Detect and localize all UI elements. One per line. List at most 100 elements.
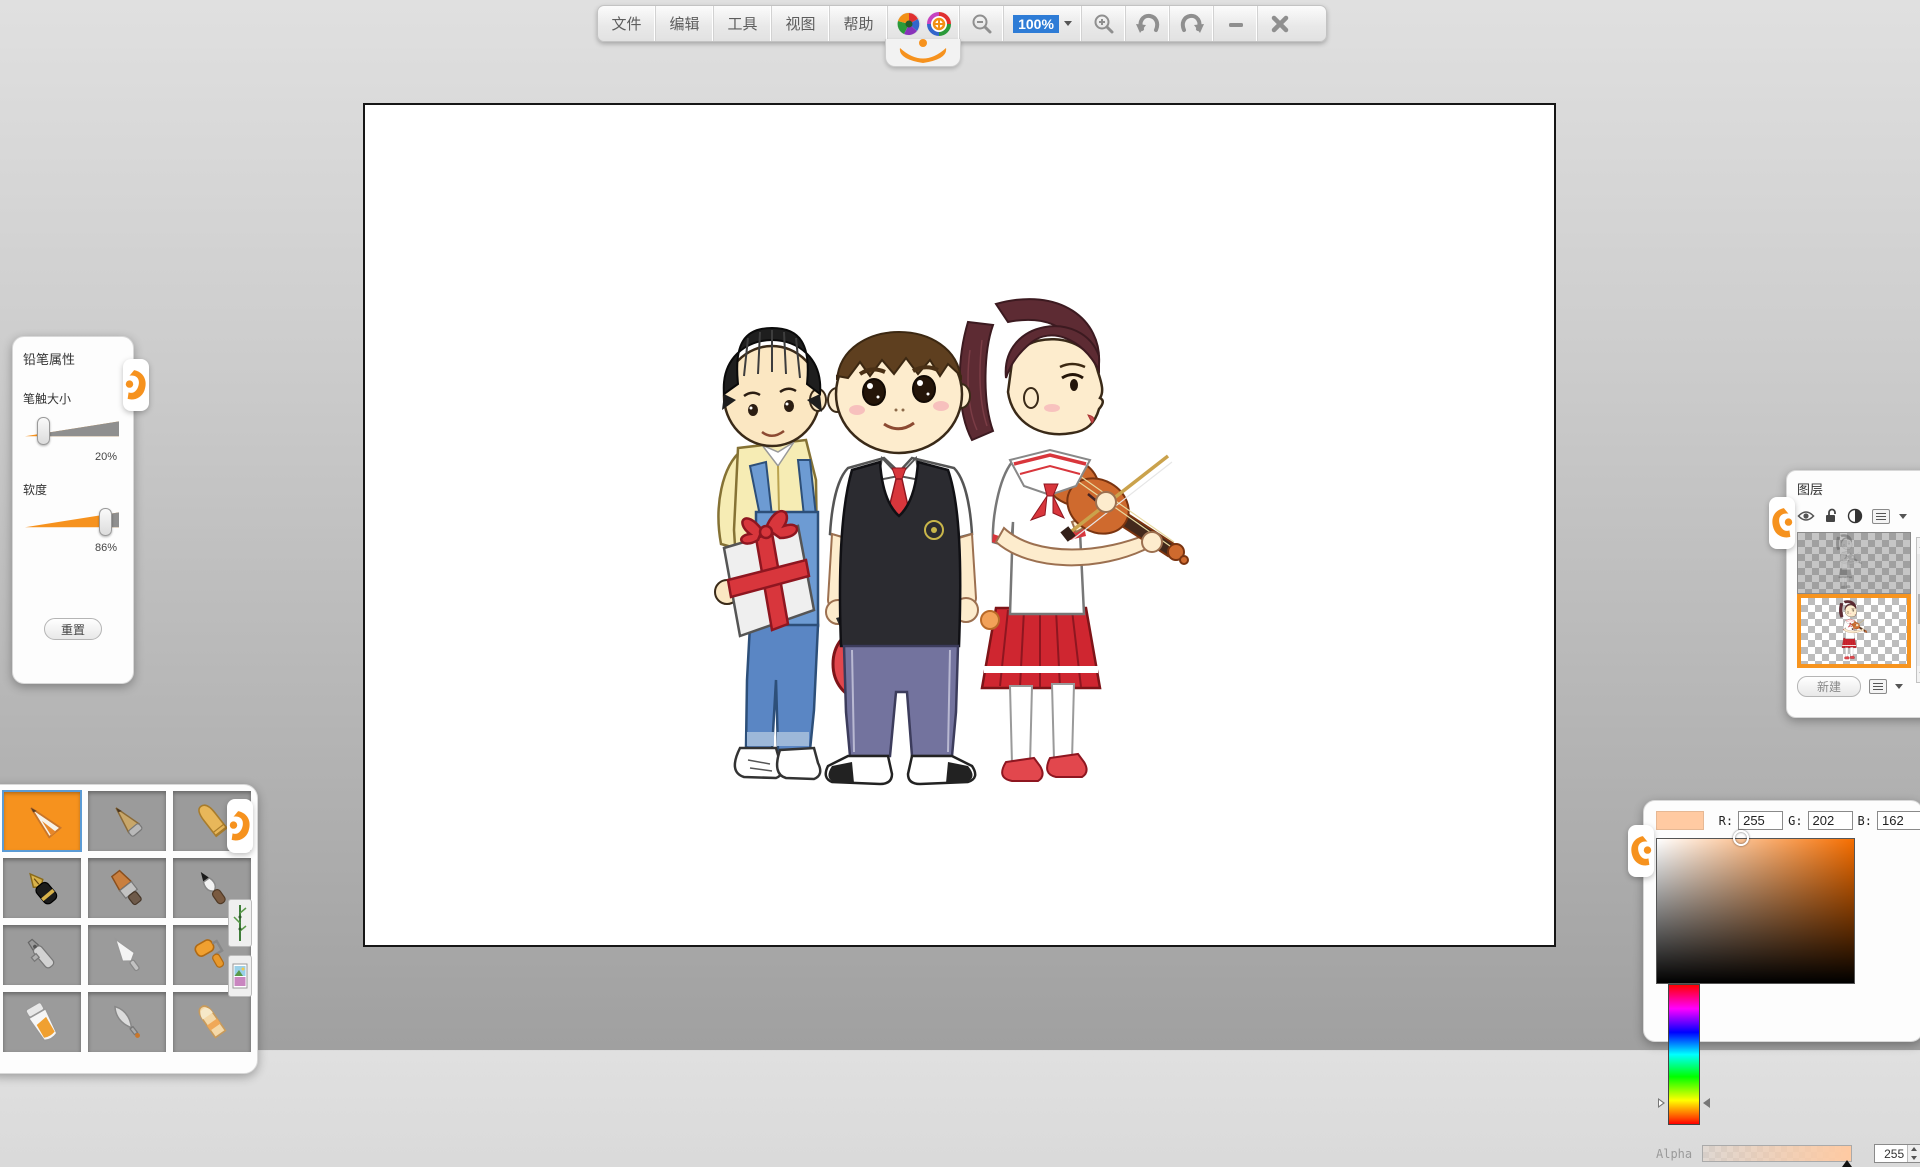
- menu-edit-label: 编辑: [669, 13, 699, 34]
- menu-view[interactable]: 视图: [772, 6, 830, 41]
- close-button[interactable]: [1258, 6, 1302, 41]
- pencil-panel-handle[interactable]: [123, 359, 149, 411]
- brush-size-label: 笔触大小: [23, 390, 123, 407]
- pencil-panel-title: 铅笔属性: [23, 349, 123, 368]
- main-toolbar: 文件 编辑 工具 视图 帮助: [597, 5, 1327, 42]
- tool-marker-knife[interactable]: [88, 992, 166, 1052]
- zoom-out-button[interactable]: [960, 6, 1004, 41]
- layer-lock-icon[interactable]: [1824, 508, 1838, 524]
- layers-scrollbar[interactable]: [1916, 537, 1920, 683]
- menu-edit[interactable]: 编辑: [656, 6, 714, 41]
- logo-left-eye-icon[interactable]: [896, 11, 922, 37]
- menu-file[interactable]: 文件: [598, 6, 656, 41]
- menu-help[interactable]: 帮助: [830, 6, 888, 41]
- tool-flat-brush[interactable]: [88, 858, 166, 918]
- red-input[interactable]: [1738, 811, 1783, 830]
- red-label: R:: [1719, 814, 1733, 828]
- layers-panel-handle[interactable]: [1769, 497, 1795, 549]
- color-picker-panel: R: G: B: Alpha: [1643, 800, 1920, 1042]
- undo-button[interactable]: [1126, 6, 1170, 41]
- palette-side-column: [225, 799, 255, 997]
- drawing-canvas[interactable]: [363, 103, 1556, 947]
- softness-value: 86%: [23, 542, 123, 554]
- pencil-tool-icon: [20, 799, 64, 843]
- layer-blend-menu-button[interactable]: [1872, 509, 1890, 524]
- alpha-label: Alpha: [1656, 1147, 1692, 1161]
- color-panel-handle[interactable]: [1628, 825, 1654, 877]
- zoom-level-field[interactable]: 100%: [1004, 6, 1082, 41]
- tool-paint-tube[interactable]: [3, 992, 81, 1052]
- panel-ear-icon: [1628, 832, 1654, 870]
- tool-grid: [3, 791, 217, 1052]
- close-icon: [1269, 13, 1291, 35]
- hue-marker-left-icon[interactable]: [1658, 1098, 1665, 1108]
- menu-view-label: 视图: [785, 13, 815, 34]
- layer-item-color[interactable]: [1797, 594, 1911, 668]
- hue-slider-area: [1656, 984, 1712, 1130]
- tool-wood-pen[interactable]: [88, 791, 166, 851]
- rgb-row: R: G: B:: [1656, 811, 1920, 830]
- palette-panel-handle[interactable]: [227, 799, 253, 853]
- clown-logo-tab[interactable]: [885, 39, 961, 67]
- alpha-increment-button[interactable]: [1908, 1145, 1920, 1154]
- minimize-button[interactable]: [1214, 6, 1258, 41]
- wood-pen-tool-icon: [105, 799, 149, 843]
- softness-slider-thumb[interactable]: [99, 508, 112, 536]
- layer-options-caret-icon[interactable]: [1895, 684, 1903, 689]
- minimize-icon: [1225, 13, 1247, 35]
- tool-pencil[interactable]: [3, 791, 81, 851]
- layer-visibility-eye-icon[interactable]: [1797, 509, 1815, 523]
- layers-panel: 图层: [1786, 470, 1920, 718]
- alpha-decrement-button[interactable]: [1908, 1154, 1920, 1163]
- palette-knife-tool-icon: [105, 933, 149, 977]
- layer-item-sketch[interactable]: [1797, 532, 1911, 594]
- tool-palette-knife[interactable]: [88, 925, 166, 985]
- brush-size-value: 20%: [23, 451, 123, 463]
- layer-opacity-icon[interactable]: [1847, 508, 1863, 524]
- bamboo-icon: [232, 903, 248, 943]
- alpha-row: Alpha: [1656, 1130, 1920, 1163]
- green-input[interactable]: [1808, 811, 1853, 830]
- brush-size-slider-thumb[interactable]: [37, 417, 50, 445]
- blue-input[interactable]: [1877, 811, 1920, 830]
- undo-icon: [1135, 11, 1161, 37]
- panel-ear-icon: [1769, 504, 1795, 542]
- logo-right-eye-icon[interactable]: [926, 11, 952, 37]
- redo-button[interactable]: [1170, 6, 1214, 41]
- menu-help-label: 帮助: [843, 13, 873, 34]
- layer-options-button[interactable]: [1869, 679, 1887, 694]
- layers-toolbar: [1797, 508, 1920, 524]
- zoom-dropdown-caret-icon[interactable]: [1064, 21, 1072, 26]
- reset-button[interactable]: 重置: [44, 618, 102, 640]
- bamboo-brush-set-button[interactable]: [228, 899, 252, 947]
- paint-tube-tool-icon: [20, 1000, 64, 1044]
- current-color-swatch[interactable]: [1656, 811, 1704, 830]
- flat-brush-tool-icon: [105, 866, 149, 910]
- tool-airbrush[interactable]: [3, 925, 81, 985]
- hue-slider[interactable]: [1668, 984, 1700, 1125]
- layer-menu-caret-icon[interactable]: [1899, 514, 1907, 519]
- softness-slider[interactable]: [23, 508, 123, 538]
- brush-size-slider[interactable]: [23, 417, 123, 447]
- texture-image-button[interactable]: [228, 955, 252, 997]
- menu-file-label: 文件: [611, 13, 641, 34]
- zoom-out-icon: [970, 12, 994, 36]
- softness-label: 软度: [23, 481, 123, 498]
- blue-label: B:: [1858, 814, 1872, 828]
- color-picker-cursor[interactable]: [1733, 830, 1749, 846]
- alpha-slider[interactable]: [1702, 1145, 1852, 1162]
- hue-marker-right-icon[interactable]: [1703, 1098, 1710, 1108]
- menu-tools[interactable]: 工具: [714, 6, 772, 41]
- tool-eraser[interactable]: [173, 992, 251, 1052]
- saturation-value-picker[interactable]: [1656, 838, 1855, 984]
- zoom-in-button[interactable]: [1082, 6, 1126, 41]
- clown-smile-icon: [886, 39, 960, 65]
- new-layer-button[interactable]: 新建: [1797, 676, 1861, 697]
- zoom-in-icon: [1092, 12, 1116, 36]
- alpha-input[interactable]: [1875, 1145, 1907, 1162]
- tool-fountain-pen[interactable]: [3, 858, 81, 918]
- marker-knife-tool-icon: [105, 1000, 149, 1044]
- layers-bottom-bar: 新建: [1797, 676, 1920, 697]
- zoom-level-value[interactable]: 100%: [1013, 15, 1059, 33]
- alpha-marker-icon[interactable]: [1842, 1160, 1852, 1167]
